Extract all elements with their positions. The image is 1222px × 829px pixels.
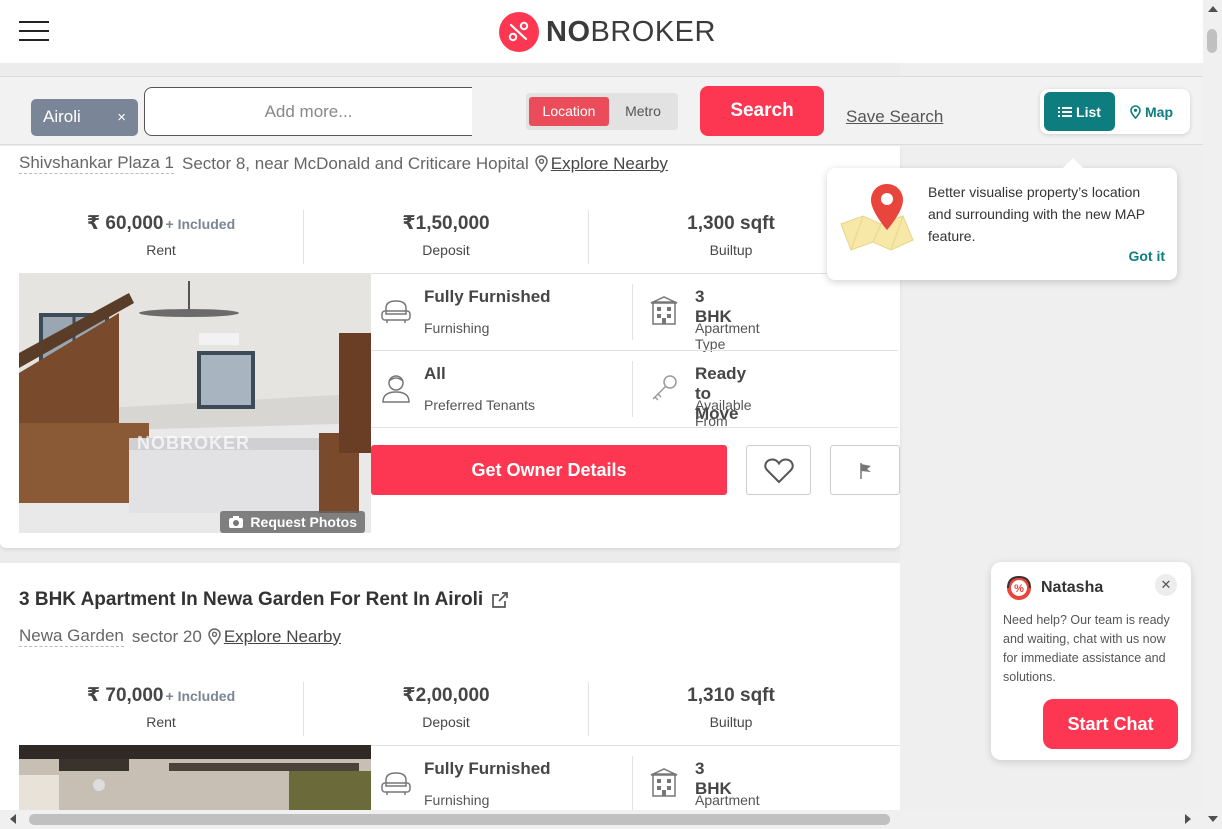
- get-owner-details-button[interactable]: Get Owner Details: [371, 445, 727, 495]
- location-chip-label: Airoli: [43, 107, 81, 126]
- location-pin-icon: [535, 155, 548, 172]
- rent-included: + Included: [165, 216, 236, 232]
- shortlist-button[interactable]: [746, 445, 811, 495]
- add-more-input[interactable]: Add more...: [144, 87, 472, 136]
- list-view-button[interactable]: List: [1044, 92, 1115, 131]
- price-stats: ₹ 60,000 + Included Rent ₹1,50,000 Deposi…: [19, 210, 873, 264]
- view-toggle: List Map: [1040, 89, 1190, 134]
- building-icon: [650, 768, 678, 797]
- search-button[interactable]: Search: [700, 86, 824, 136]
- deposit-value: ₹1,50,000: [402, 213, 490, 234]
- scroll-right-arrow-icon[interactable]: [1185, 814, 1191, 824]
- horizontal-scroll-thumb[interactable]: [29, 814, 890, 825]
- start-chat-button[interactable]: Start Chat: [1043, 699, 1178, 749]
- toggle-location[interactable]: Location: [529, 97, 609, 126]
- request-photos-button[interactable]: Request Photos: [220, 511, 365, 533]
- map-view-button[interactable]: Map: [1130, 92, 1173, 131]
- building-name[interactable]: Newa Garden: [19, 626, 124, 647]
- explore-nearby-link[interactable]: Explore Nearby: [224, 627, 341, 647]
- external-link-icon: [492, 592, 509, 608]
- property-address: Newa Garden sector 20 Explore Nearby: [19, 626, 341, 647]
- locality-text: Sector 8, near McDonald and Criticare Ho…: [181, 153, 529, 173]
- vertical-scrollbar[interactable]: [1203, 0, 1222, 829]
- photo-watermark: NOBROKER: [137, 433, 251, 453]
- deposit-stat: ₹2,00,000 Deposit: [304, 682, 589, 736]
- report-button[interactable]: [830, 445, 900, 495]
- vertical-scroll-thumb[interactable]: [1207, 29, 1217, 53]
- save-search-link[interactable]: Save Search: [846, 107, 943, 127]
- deposit-value: ₹2,00,000: [402, 685, 490, 706]
- rent-included: + Included: [165, 688, 236, 704]
- bedroom-photo: [19, 273, 371, 533]
- chat-message: Need help? Our team is ready and waiting…: [1003, 613, 1170, 684]
- available-from-cell: Ready to Move Available From: [371, 351, 752, 429]
- living-room-photo: [19, 745, 371, 813]
- property-details-grid: Fully Furnished Furnishing 3 BHK Apartme…: [371, 273, 900, 429]
- builtup-stat: 1,310 sqft Builtup: [589, 682, 873, 736]
- chat-close-icon[interactable]: ✕: [1155, 574, 1177, 596]
- location-pin-icon: [208, 628, 221, 645]
- chip-remove-icon[interactable]: ×: [117, 109, 126, 126]
- nobroker-logo[interactable]: NOBROKER: [499, 12, 716, 52]
- locality-text: sector 20: [131, 626, 202, 646]
- property-card: Shivshankar Plaza 1 Sector 8, near McDon…: [0, 146, 900, 548]
- property-photo[interactable]: NOBROKER Request Photos: [19, 273, 371, 533]
- chat-widget: % Natasha ✕ Need help? Our team is ready…: [991, 562, 1191, 760]
- list-icon: [1058, 106, 1073, 117]
- scroll-down-arrow-icon[interactable]: [1208, 816, 1218, 822]
- map-feature-popover: Better visualise property’s location and…: [827, 158, 1177, 280]
- got-it-button[interactable]: Got it: [1128, 248, 1165, 264]
- logo-mark-icon: [499, 12, 539, 52]
- row-divider: [371, 427, 898, 428]
- builtup-label: Builtup: [709, 714, 753, 730]
- key-icon: [652, 375, 677, 401]
- apartment-type-cell: 3 BHK Apartment Type: [371, 274, 760, 352]
- scroll-left-arrow-icon[interactable]: [10, 814, 16, 824]
- price-stats: ₹ 70,000 + Included Rent ₹2,00,000 Deposi…: [19, 682, 873, 736]
- rent-value: ₹ 60,000: [86, 213, 164, 234]
- logo-text: NOBROKER: [546, 15, 716, 48]
- flag-icon: [860, 463, 871, 479]
- rent-stat: ₹ 60,000 + Included Rent: [19, 210, 304, 264]
- cell-divider: [632, 361, 633, 417]
- building-icon: [650, 296, 678, 325]
- available-from-label: Available From: [695, 397, 752, 429]
- explore-nearby-link[interactable]: Explore Nearby: [551, 154, 668, 174]
- building-name[interactable]: Shivshankar Plaza 1: [19, 153, 174, 174]
- cell-divider: [632, 756, 633, 812]
- scroll-up-arrow-icon[interactable]: [1208, 6, 1218, 12]
- property-card: 3 BHK Apartment In Newa Garden For Rent …: [0, 563, 900, 824]
- rent-value: ₹ 70,000: [86, 685, 164, 706]
- rent-label: Rent: [146, 714, 176, 730]
- heart-icon: [764, 458, 794, 484]
- top-header: NOBROKER: [0, 0, 1203, 63]
- property-title[interactable]: 3 BHK Apartment In Newa Garden For Rent …: [19, 589, 509, 611]
- map-pin-icon: [1130, 104, 1141, 119]
- camera-icon: [229, 516, 244, 528]
- property-address: Shivshankar Plaza 1 Sector 8, near McDon…: [19, 153, 668, 174]
- apartment-type-label: Apartment Type: [695, 320, 760, 352]
- map-popover-text: Better visualise property’s location and…: [928, 184, 1145, 244]
- location-metro-toggle: Location Metro: [526, 93, 678, 130]
- property-details-grid: Fully Furnished Furnishing 3 BHK Apartme…: [371, 745, 900, 824]
- deposit-label: Deposit: [422, 714, 470, 730]
- support-agent-icon: %: [1007, 575, 1031, 600]
- builtup-value: 1,310 sqft: [687, 685, 775, 706]
- deposit-label: Deposit: [422, 242, 470, 258]
- search-bar: Airoli × Add more... Location Metro Sear…: [0, 76, 1203, 145]
- hamburger-menu-icon[interactable]: [19, 21, 49, 41]
- map-illustration-icon: [840, 184, 914, 251]
- rent-label: Rent: [146, 242, 176, 258]
- cell-divider: [632, 284, 633, 340]
- svg-text:%: %: [1014, 583, 1024, 595]
- horizontal-scrollbar[interactable]: [0, 810, 1222, 829]
- deposit-stat: ₹1,50,000 Deposit: [304, 210, 589, 264]
- rent-stat: ₹ 70,000 + Included Rent: [19, 682, 304, 736]
- location-chip[interactable]: Airoli ×: [31, 99, 138, 136]
- chat-agent-name: Natasha: [1041, 579, 1104, 596]
- property-photo[interactable]: [19, 745, 371, 813]
- toggle-metro[interactable]: Metro: [612, 97, 674, 126]
